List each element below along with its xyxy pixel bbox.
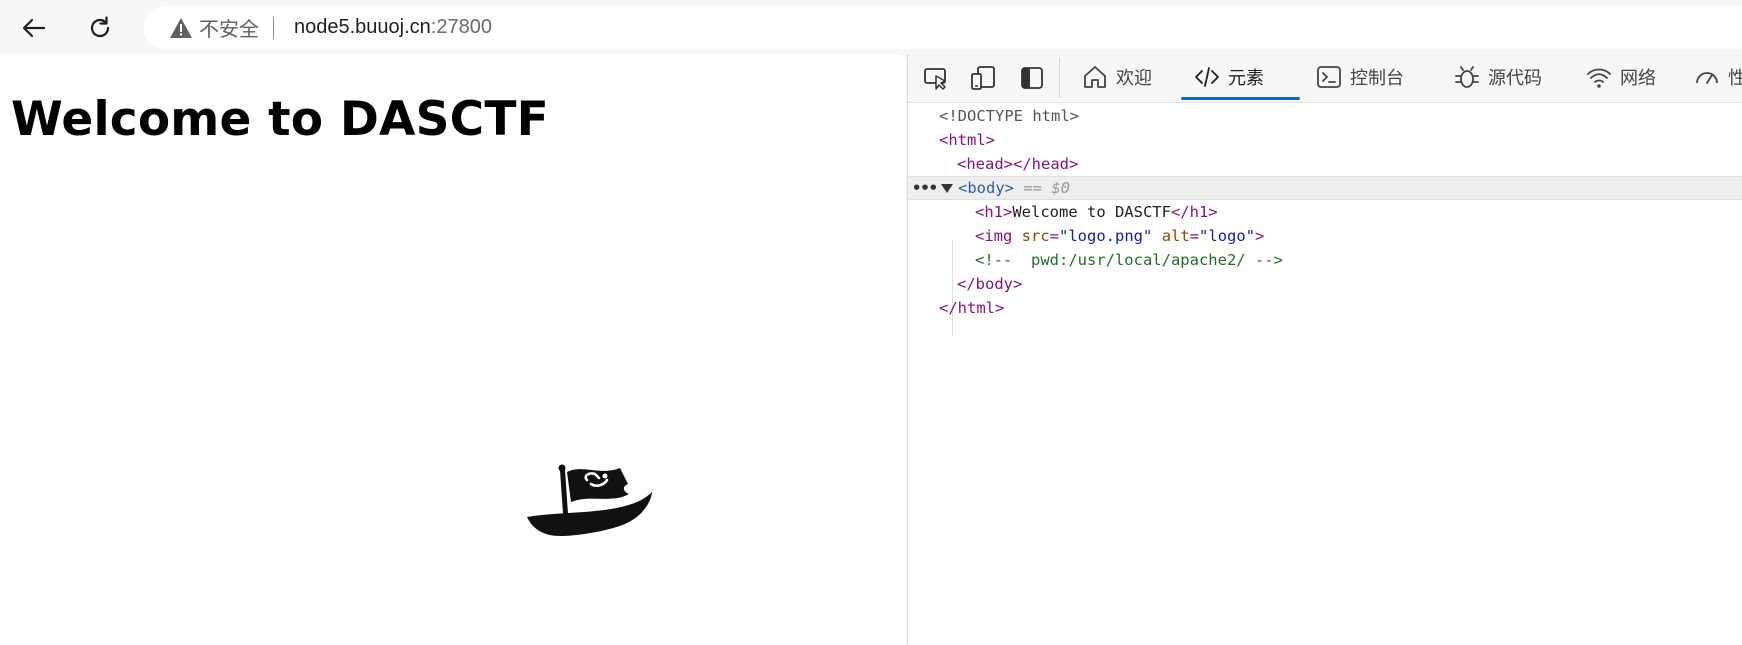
wifi-icon bbox=[1586, 64, 1612, 90]
devtools-toolbar: 欢迎 元素 控制台 源代码 网络 性 bbox=[908, 54, 1742, 103]
url-host: node5.buuoj.cn bbox=[294, 16, 431, 38]
comment-text: <!-- pwd:/usr/local/apache2/ --> bbox=[975, 251, 1283, 269]
code-icon bbox=[1194, 64, 1220, 90]
html-open-tag: <html> bbox=[939, 131, 995, 149]
page-viewport: Welcome to DASCTF bbox=[0, 54, 906, 645]
h1-open-tag: <h1> bbox=[975, 203, 1013, 221]
toolbar-divider bbox=[1059, 58, 1060, 98]
img-src-attr: src bbox=[1021, 227, 1050, 245]
page-heading: Welcome to DASCTF bbox=[11, 92, 549, 147]
more-options-icon[interactable]: ••• bbox=[912, 177, 938, 199]
url-port: :27800 bbox=[430, 16, 492, 38]
tab-label: 网络 bbox=[1620, 68, 1656, 89]
url-text[interactable]: node5.buuoj.cn:27800 bbox=[294, 16, 492, 39]
devtools-panel: 欢迎 元素 控制台 源代码 网络 性 <!DOCTYPE html> <html… bbox=[907, 54, 1742, 645]
body-close-tag: </body> bbox=[957, 275, 1023, 293]
tab-sources[interactable]: 源代码 bbox=[1454, 54, 1542, 100]
security-status-label[interactable]: 不安全 bbox=[199, 13, 259, 42]
selected-node-marker: == $0 bbox=[1023, 179, 1071, 197]
dom-node-h1[interactable]: <h1>Welcome to DASCTF</h1> bbox=[908, 200, 1742, 224]
html-close-tag: </html> bbox=[939, 299, 1005, 317]
back-button[interactable] bbox=[14, 8, 54, 48]
dom-node-html-close[interactable]: </html> bbox=[908, 296, 1742, 320]
pirate-ship-logo bbox=[527, 464, 652, 536]
tab-label: 性 bbox=[1728, 68, 1742, 89]
body-open-tag: <body> bbox=[958, 179, 1014, 197]
browser-toolbar: 不安全 node5.buuoj.cn:27800 bbox=[0, 0, 1742, 54]
tab-label: 源代码 bbox=[1488, 68, 1542, 89]
tab-network[interactable]: 网络 bbox=[1586, 54, 1656, 100]
device-emulation-icon[interactable] bbox=[969, 64, 997, 92]
console-icon bbox=[1316, 64, 1342, 90]
home-icon bbox=[1082, 64, 1108, 90]
dom-node-html[interactable]: <html> bbox=[908, 128, 1742, 152]
img-tag: <img bbox=[975, 227, 1013, 245]
img-close: > bbox=[1255, 227, 1265, 245]
performance-icon bbox=[1694, 64, 1720, 90]
img-src-value[interactable]: "logo.png" bbox=[1059, 227, 1152, 245]
address-bar[interactable]: 不安全 node5.buuoj.cn:27800 bbox=[144, 6, 1742, 49]
dom-node-comment[interactable]: <!-- pwd:/usr/local/apache2/ --> bbox=[908, 248, 1742, 272]
doctype-text: <!DOCTYPE html> bbox=[939, 107, 1079, 125]
h1-close-tag: </h1> bbox=[1170, 203, 1218, 221]
tab-performance[interactable]: 性 bbox=[1694, 54, 1742, 100]
dom-node-head[interactable]: <head></head> bbox=[908, 152, 1742, 176]
dom-node-img[interactable]: <img src="logo.png" alt="logo"> bbox=[908, 224, 1742, 248]
head-tag: <head></head> bbox=[957, 155, 1079, 173]
reload-button[interactable] bbox=[80, 8, 120, 48]
dock-side-icon[interactable] bbox=[1018, 64, 1046, 92]
img-alt-attr: alt bbox=[1161, 227, 1190, 245]
back-arrow-icon bbox=[22, 18, 46, 38]
dom-node-body-close[interactable]: </body> bbox=[908, 272, 1742, 296]
bug-icon bbox=[1454, 64, 1480, 90]
tab-label: 欢迎 bbox=[1116, 68, 1152, 89]
img-alt-value: "logo" bbox=[1199, 227, 1256, 245]
tab-label: 控制台 bbox=[1350, 68, 1404, 89]
h1-text: Welcome to DASCTF bbox=[1012, 203, 1171, 221]
dom-node-body-selected[interactable]: ••• <body> == $0 bbox=[908, 176, 1742, 200]
reload-icon bbox=[90, 16, 110, 38]
tab-elements[interactable]: 元素 bbox=[1194, 54, 1264, 100]
tab-welcome[interactable]: 欢迎 bbox=[1082, 54, 1152, 100]
tab-console[interactable]: 控制台 bbox=[1316, 54, 1404, 100]
warning-icon[interactable] bbox=[169, 16, 193, 40]
tab-label: 元素 bbox=[1228, 68, 1264, 89]
url-divider bbox=[273, 16, 274, 39]
expand-triangle-icon[interactable] bbox=[941, 184, 953, 193]
inspect-element-icon[interactable] bbox=[922, 64, 950, 92]
active-tab-indicator bbox=[1181, 97, 1300, 100]
dom-node-doctype[interactable]: <!DOCTYPE html> bbox=[908, 104, 1742, 128]
